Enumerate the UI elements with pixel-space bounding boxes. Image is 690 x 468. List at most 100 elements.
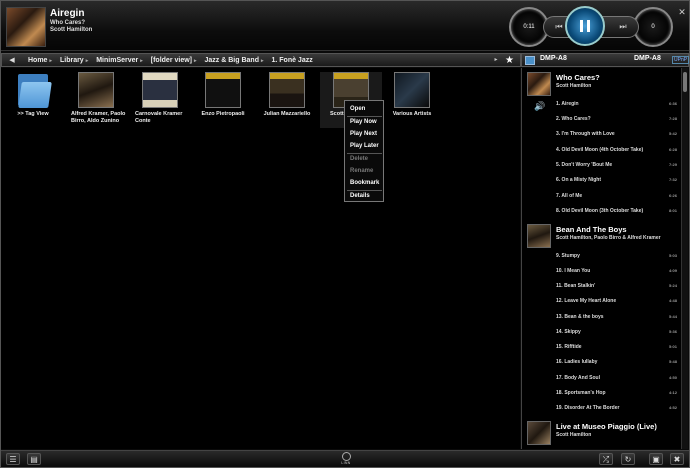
menu-item-play-now[interactable]: Play Now [350, 119, 377, 125]
tile-album[interactable]: Various Artists [381, 72, 443, 118]
playlist-track[interactable]: 6. On a Misty Night 7:32 [556, 175, 677, 185]
playlist-track[interactable]: 19. Disorder At The Border 4:52 [556, 403, 677, 413]
bookmark-star-icon[interactable]: ★ [505, 54, 514, 67]
tile-album[interactable]: Enzo Pietropaoli [192, 72, 254, 118]
now-playing-album: Who Cares? [50, 20, 86, 26]
playlist-track[interactable]: 16. Ladies lullaby 5:48 [556, 357, 677, 367]
playlist-track[interactable]: 1. Airegin 6:36 [556, 99, 677, 109]
next-track-icon[interactable]: ⏭ [616, 20, 630, 34]
now-playing-artist: Scott Hamilton [50, 27, 93, 33]
playlist-track[interactable]: 3. I'm Through with Love 5:42 [556, 129, 677, 139]
tile-album[interactable]: Carnovale Kramer Conte [129, 72, 191, 125]
playlist-album-art [527, 72, 551, 96]
breadcrumb-library[interactable]: Library ▸ [56, 57, 92, 64]
playlist-track[interactable]: 17. Body And Soul 4:50 [556, 373, 677, 383]
tile-label: Enzo Pietropaoli [201, 111, 245, 117]
playlist-track[interactable]: 12. Leave My Heart Alone 4:48 [556, 296, 677, 306]
playlist-album-art [527, 224, 551, 248]
playlist-track[interactable]: 7. All of Me 6:26 [556, 191, 677, 201]
menu-divider [347, 153, 382, 154]
pause-icon [580, 20, 590, 32]
room-bar: DMP-A8 DMP-A8 UPnP [521, 53, 690, 67]
folder-icon [16, 72, 52, 108]
now-playing-album-art[interactable] [6, 7, 46, 47]
room-icon[interactable] [525, 56, 535, 65]
context-menu: Open Play Now Play Next Play Later Delet… [344, 100, 384, 202]
playlist-scrollbar[interactable] [681, 68, 688, 449]
playlist-track[interactable]: 9. Stumpy 5:03 [556, 251, 677, 261]
playlist-track[interactable]: 13. Bean & the boys 5:44 [556, 312, 677, 322]
upnp-badge: UPnP [672, 56, 690, 64]
playlist-track[interactable]: 11. Bean Stalkin' 5:24 [556, 281, 677, 291]
album-cover [205, 72, 241, 108]
playlist-album-art [527, 421, 551, 445]
playlist-album-title: Live at Museo Piaggio (Live) [556, 422, 657, 431]
room-selector[interactable]: DMP-A8 [540, 55, 567, 62]
now-playing-title: Airegin [50, 8, 85, 19]
tile-label: >> Tag View [17, 111, 49, 117]
playlist-album-artist: Scott Hamilton, Paolo Birro & Alfred Kra… [556, 235, 661, 241]
browse-panel: >> Tag View Alfred Kramer, Paolo Birro, … [1, 68, 520, 449]
album-cover [78, 72, 114, 108]
linn-logo: LINN [339, 452, 353, 465]
breadcrumb-jazz-big-band[interactable]: Jazz & Big Band ▸ [201, 57, 268, 64]
tile-label: Alfred Kramer, Paolo Birro, Aldo Zunino [71, 111, 126, 124]
breadcrumb-minimserver[interactable]: MinimServer ▸ [92, 57, 147, 64]
now-playing-bar: Airegin Who Cares? Scott Hamilton 0:11 0… [1, 1, 689, 51]
playlist-album-title: Who Cares? [556, 73, 600, 82]
breadcrumb-folder-view[interactable]: [folder view] ▸ [147, 57, 201, 64]
playlist-album-artist: Scott Hamilton [556, 83, 592, 89]
playlist-panel: Who Cares? Scott Hamilton 🔊 1. Airegin 6:… [521, 68, 688, 449]
menu-item-bookmark[interactable]: Bookmark [350, 180, 379, 186]
breadcrumb-home[interactable]: Home ▸ [24, 57, 56, 64]
album-cover [269, 72, 305, 108]
playlist-track[interactable]: 15. Rifftide 5:01 [556, 342, 677, 352]
tile-label: Carnovale Kramer Conte [135, 111, 183, 124]
repeat-icon[interactable]: ↻ [621, 453, 635, 465]
tile-album[interactable]: Alfred Kramer, Paolo Birro, Aldo Zunino [65, 72, 127, 125]
menu-item-play-later[interactable]: Play Later [350, 143, 379, 149]
devices-icon[interactable]: ▤ [27, 453, 41, 465]
tile-label: Various Artists [392, 111, 432, 117]
playlist-track[interactable]: 14. Skippy 5:36 [556, 327, 677, 337]
back-arrow-icon[interactable]: ◀ [6, 55, 18, 66]
menu-item-play-next[interactable]: Play Next [350, 131, 377, 137]
now-playing-speaker-icon: 🔊 [534, 101, 546, 111]
playlist-album-artist: Scott Hamilton [556, 432, 592, 438]
volume-dial[interactable]: 0 [633, 7, 673, 47]
delete-playlist-icon[interactable]: ✖ [670, 453, 684, 465]
source-selector[interactable]: DMP-A8 [634, 55, 661, 62]
elapsed-time: 0:11 [523, 24, 535, 30]
menu-item-open[interactable]: Open [350, 106, 365, 112]
breadcrumb-bar: ◀ Home ▸ Library ▸ MinimServer ▸ [folder vi… [1, 53, 521, 67]
playlist-track[interactable]: 4. Old Devil Moon (4th October Take) 6:28 [556, 145, 677, 155]
previous-track-icon[interactable]: ⏮ [552, 20, 566, 34]
tile-tag-view[interactable]: >> Tag View [2, 72, 64, 118]
album-cover [394, 72, 430, 108]
scrollbar-thumb[interactable] [683, 72, 687, 92]
bottom-toolbar: ☰ ▤ LINN ⤮ ↻ ▣ ✖ [1, 450, 689, 467]
tile-label: Julian Mazzariello [263, 111, 311, 117]
breadcrumb: Home ▸ Library ▸ MinimServer ▸ [folder view… [24, 54, 317, 67]
shuffle-icon[interactable]: ⤮ [599, 453, 613, 465]
play-pause-button[interactable] [565, 6, 605, 46]
album-cover [142, 72, 178, 108]
menu-item-delete: Delete [350, 156, 369, 162]
breadcrumb-more-icon[interactable]: ▸ [490, 55, 502, 66]
save-playlist-icon[interactable]: ▣ [649, 453, 663, 465]
playlist-album-title: Bean And The Boys [556, 225, 627, 234]
transport-controls: 0:11 0 ⏮ ⏭ [509, 6, 673, 50]
menu-item-rename: Rename [350, 168, 374, 174]
list-view-icon[interactable]: ☰ [6, 453, 20, 465]
playlist-track[interactable]: 10. I Mean You 4:09 [556, 266, 677, 276]
playlist-track[interactable]: 8. Old Devil Moon (3th October Take) 8:01 [556, 206, 677, 216]
tile-album[interactable]: Julian Mazzariello [256, 72, 318, 118]
playlist-track[interactable]: 2. Who Cares? 7:28 [556, 114, 677, 124]
close-icon[interactable]: ✕ [677, 7, 687, 17]
breadcrumb-fone-jazz[interactable]: 1. Fonè Jazz [267, 57, 316, 64]
menu-divider [347, 190, 382, 191]
playlist-track[interactable]: 5. Don't Worry 'Bout Me 7:29 [556, 160, 677, 170]
playlist-track[interactable]: 18. Sportsman's Hop 4:12 [556, 388, 677, 398]
menu-item-details[interactable]: Details [350, 193, 370, 199]
menu-divider [347, 116, 382, 117]
